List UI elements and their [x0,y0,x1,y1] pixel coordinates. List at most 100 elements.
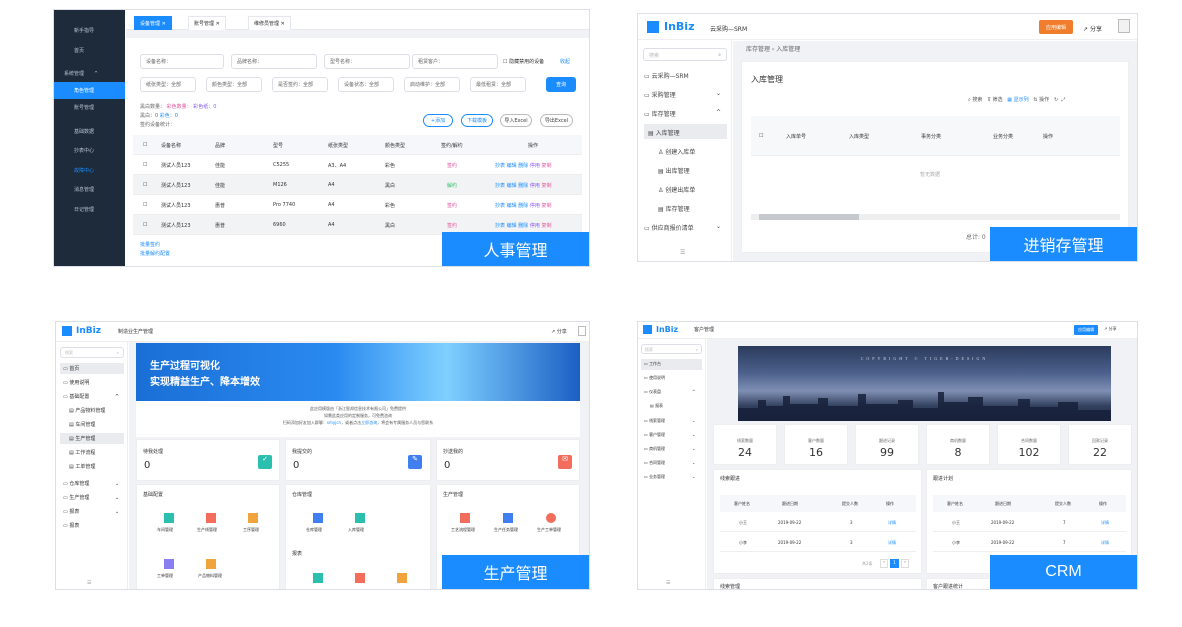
scrollbar[interactable] [751,214,1120,220]
app-item[interactable]: 工艺流程管理 [451,527,475,533]
detail-link[interactable]: 详情 [1101,540,1109,546]
app-item[interactable]: 生产任务管理 [494,527,518,533]
consult-link[interactable]: 立即咨询 [361,420,377,425]
app-item[interactable]: 入库管理 [348,527,364,533]
row-ops[interactable]: 抄表 编辑 删除 停用 复制 [495,162,551,169]
op[interactable]: 编辑 [507,183,517,189]
search-input[interactable]: 搜索 ⌕ [643,48,727,61]
workshop-icon[interactable] [164,513,174,523]
customer-input[interactable]: 租赁客户： [412,54,498,69]
line-icon[interactable] [206,513,216,523]
avatar[interactable] [578,326,586,336]
task-icon[interactable] [503,513,513,523]
stat-card[interactable]: 待我处理 0 ✓ [136,439,280,481]
detail-link[interactable]: 详情 [1101,520,1109,526]
sidebar-item-active[interactable]: ▭ 工作台 [644,361,661,367]
sidebar-item[interactable]: 故障中心 [54,162,125,179]
collapse-icon[interactable]: ☰ [87,580,91,586]
sidebar-item[interactable]: ▭ 采购管理 ⌄ [644,90,721,99]
sidebar-item[interactable]: ▭ 生产管理 ⌄ [63,495,119,501]
sidebar-item[interactable]: 消息管理 [54,181,125,198]
op[interactable]: 抄表 [495,163,505,169]
sidebar-item[interactable]: 新手指导 [54,22,125,39]
sidebar-item-active[interactable]: ▤ 入库管理 [648,128,680,137]
batch-unsign-link[interactable]: 批量解约配置 [140,251,170,257]
sidebar-item[interactable]: 角色管理 [54,82,125,99]
stat-card[interactable]: 我提交的 0 ✎ [285,439,431,481]
detail-link[interactable]: 详情 [888,540,896,546]
sidebar-item[interactable]: ▤ 工作流程 [69,450,95,456]
app-item[interactable]: 产品物料管理 [198,573,222,579]
sidebar-item[interactable]: ▤ 车间管理 [69,422,95,428]
model-name-input[interactable]: 型号名称： [324,54,410,69]
report-icon[interactable] [397,573,407,583]
op[interactable]: 抄表 [495,183,505,189]
share-button[interactable]: ↗ 分享 [551,329,567,335]
workorder-icon[interactable] [546,513,556,523]
process-icon[interactable] [248,513,258,523]
op[interactable]: 删除 [518,163,528,169]
checkbox[interactable]: ☐ [143,142,147,148]
brand-name-input[interactable]: 品牌名称： [231,54,317,69]
detail-link[interactable]: 详情 [888,520,896,526]
app-item[interactable]: 仓库管理 [306,527,322,533]
op[interactable]: 复制 [541,203,551,209]
app-item[interactable]: 工单管理 [157,573,173,579]
sidebar-item[interactable]: ▭ 商机管理 ⌄ [644,446,695,452]
sidebar-item[interactable]: ▤ 报表 [650,403,663,409]
batch-sign-link[interactable]: 批量签约 [140,242,160,248]
op[interactable]: 删除 [518,223,528,229]
flow-icon[interactable] [460,513,470,523]
next-page-button[interactable]: › [901,559,909,568]
sidebar-item[interactable]: ▭ 业务管理 ⌄ [644,474,695,480]
scrollbar-thumb[interactable] [759,214,859,220]
device-name-input[interactable]: 设备名称： [140,54,224,69]
maintain-select[interactable]: 启动维护：全部 [404,77,460,92]
sidebar-item[interactable]: ▭ 合同管理 ⌄ [644,460,695,466]
crumb[interactable]: 库存管理 [746,46,770,53]
sidebar-item[interactable]: ♙ 创建入库单 [658,147,695,156]
kpi-card[interactable]: 客户数量 16 [784,424,848,465]
sidebar-item[interactable]: ▭ 首页 [63,366,79,372]
table-row[interactable]: 小王 2019-09-22 3 详情 [720,512,916,532]
op[interactable]: 删除 [518,203,528,209]
op[interactable]: 复制 [541,223,551,229]
sidebar-item[interactable]: ▭ 使用说明 [63,380,89,386]
signed-select[interactable]: 是否签约：全部 [272,77,328,92]
kpi-card[interactable]: 合同数量 102 [997,424,1061,465]
collapse-link[interactable]: 收起 [560,59,570,65]
hide-disabled-checkbox[interactable]: ☐ 隐藏禁用的设备 [503,59,544,65]
share-button[interactable]: ↗ 分享 [1083,24,1102,33]
refresh-icon[interactable]: ↻ [1054,97,1058,103]
import-excel-button[interactable]: 导入Excel [500,114,532,127]
sidebar-item[interactable]: ▭ 报表 [63,523,79,529]
tab-repair[interactable]: 维修员管理 ✕ [248,16,291,30]
table-row[interactable]: 小李 2019-09-22 7 详情 [933,532,1126,552]
export-excel-button[interactable]: 导出Excel [540,114,573,127]
fullscreen-icon[interactable]: ⤢ [1061,97,1065,103]
sidebar-item[interactable]: ▭ 仓库管理 ⌄ [63,481,119,487]
product-icon[interactable] [206,559,216,569]
download-template-button[interactable]: 下载模板 [461,114,493,127]
row-ops[interactable]: 抄表 编辑 删除 停用 复制 [495,182,551,189]
op[interactable]: 删除 [518,183,528,189]
query-button[interactable]: 查询 [546,77,576,92]
op[interactable]: 停用 [530,183,540,189]
lease-select[interactable]: 最低租赁：全部 [470,77,526,92]
sidebar-item[interactable]: ▤ 出库管理 [658,166,690,175]
status-select[interactable]: 设备状态：全部 [338,77,394,92]
page-button[interactable]: 1 [890,559,899,568]
publish-button[interactable]: 应用编辑 [1074,325,1098,335]
checkbox[interactable]: ☐ [143,222,147,228]
checkbox[interactable]: ☐ [143,182,147,188]
op[interactable]: 抄表 [495,223,505,229]
table-row[interactable]: 小王 2019-09-22 7 详情 [933,512,1126,532]
checkbox[interactable]: ☐ [143,202,147,208]
kpi-card[interactable]: 商机数量 8 [926,424,990,465]
sidebar-item[interactable]: ▭ 报表 ⌄ [63,509,119,515]
filter-tool[interactable]: ⊽ 筛选 [987,97,1002,103]
warehouse-icon[interactable] [313,513,323,523]
app-item[interactable]: 生产工单管理 [537,527,561,533]
table-row[interactable]: ☐ 测试人员123 佳能 M126 A4 黑白 解约 抄表 编辑 删除 停用 复… [133,175,582,195]
color-type-select[interactable]: 颜色类型：全部 [206,77,262,92]
